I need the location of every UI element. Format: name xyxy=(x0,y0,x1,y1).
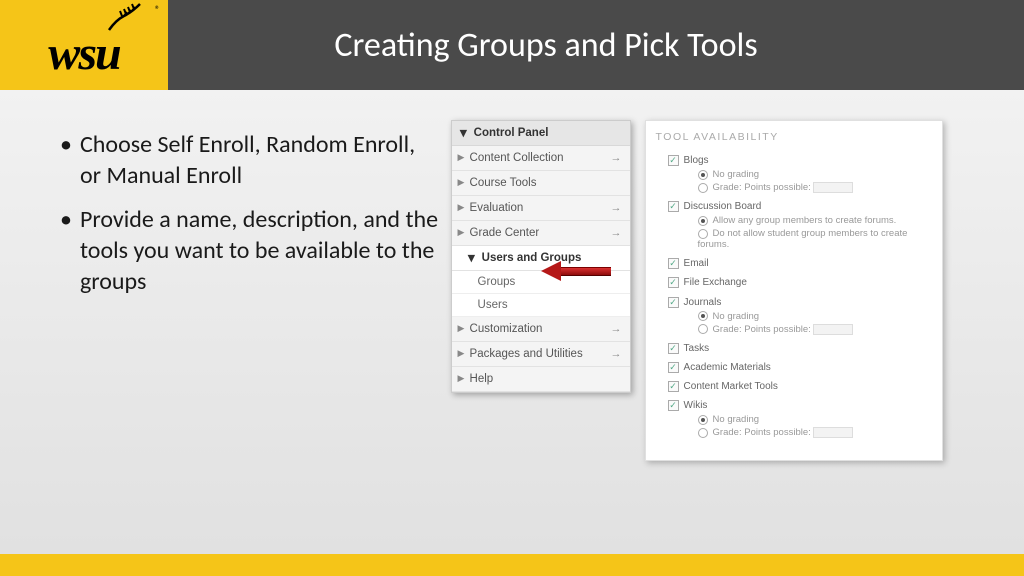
tool-label: Journals xyxy=(684,297,722,308)
control-panel-item[interactable]: ▶Course Tools xyxy=(452,171,630,196)
control-panel-item[interactable]: ▶Packages and Utilities→ xyxy=(452,342,630,367)
control-panel-item[interactable]: ▶Help xyxy=(452,367,630,392)
control-panel-sub-users[interactable]: Users xyxy=(452,294,630,317)
tool-sub-options: No gradingGrade: Points possible: xyxy=(698,311,934,335)
tool-label: Content Market Tools xyxy=(684,381,778,392)
tool-availability-item: ✓ Discussion Board Allow any group members… xyxy=(668,201,934,250)
tool-availability-item: ✓ Journals No gradingGrade: Points possibl… xyxy=(668,297,934,335)
tool-availability-item: ✓ Email xyxy=(668,258,934,269)
bullet-list: Choose Self Enroll, Random Enroll, or Ma… xyxy=(0,110,451,536)
arrow-right-icon: → xyxy=(611,202,622,214)
checkbox-icon[interactable]: ✓ xyxy=(668,258,679,269)
tool-availability-item: ✓ File Exchange xyxy=(668,277,934,288)
bullet-item: Provide a name, description, and the too… xyxy=(60,205,441,297)
radio-icon[interactable] xyxy=(698,428,708,438)
arrow-right-icon: → xyxy=(611,152,622,164)
tool-availability-item: ✓ Wikis No gradingGrade: Points possible: xyxy=(668,400,934,438)
points-input[interactable] xyxy=(813,182,853,193)
tool-availability-item: ✓ Academic Materials xyxy=(668,362,934,373)
screenshot-panels: ▶ Control Panel ▶Content Collection→▶Cou… xyxy=(451,110,1024,536)
tool-availability-item: ✓ Blogs No gradingGrade: Points possible: xyxy=(668,155,934,193)
points-input[interactable] xyxy=(813,324,853,335)
tool-availability-panel: TOOL AVAILABILITY ✓ Blogs No gradingGrade:… xyxy=(645,120,943,461)
checkbox-icon[interactable]: ✓ xyxy=(668,297,679,308)
bullet-item: Choose Self Enroll, Random Enroll, or Ma… xyxy=(60,130,441,191)
tool-availability-item: ✓ Content Market Tools xyxy=(668,381,934,392)
radio-icon[interactable] xyxy=(698,183,708,193)
control-panel-title: Control Panel xyxy=(474,127,549,139)
radio-icon[interactable] xyxy=(698,216,708,226)
radio-icon[interactable] xyxy=(698,415,708,425)
chevron-down-icon: ▶ xyxy=(458,130,469,137)
checkbox-icon[interactable]: ✓ xyxy=(668,155,679,166)
chevron-right-icon: ▶ xyxy=(458,202,465,213)
chevron-down-icon: ▶ xyxy=(466,255,477,262)
radio-icon[interactable] xyxy=(698,324,708,334)
checkbox-icon[interactable]: ✓ xyxy=(668,343,679,354)
control-panel-item[interactable]: ▶Evaluation→ xyxy=(452,196,630,221)
arrow-right-icon: → xyxy=(611,227,622,239)
checkbox-icon[interactable]: ✓ xyxy=(668,381,679,392)
checkbox-icon[interactable]: ✓ xyxy=(668,362,679,373)
tool-label: Discussion Board xyxy=(684,201,762,212)
radio-icon[interactable] xyxy=(698,311,708,321)
tool-sub-options: No gradingGrade: Points possible: xyxy=(698,169,934,193)
chevron-right-icon: ▶ xyxy=(458,348,465,359)
tool-sub-options: Allow any group members to create forums… xyxy=(698,215,934,250)
logo-text: wsu xyxy=(48,26,119,81)
control-panel-menu: ▶ Control Panel ▶Content Collection→▶Cou… xyxy=(451,120,631,393)
radio-icon[interactable] xyxy=(698,229,708,239)
tool-availability-item: ✓ Tasks xyxy=(668,343,934,354)
slide-footer-bar xyxy=(0,554,1024,576)
arrow-right-icon: → xyxy=(611,348,622,360)
callout-arrow-icon xyxy=(541,261,611,281)
control-panel-header[interactable]: ▶ Control Panel xyxy=(452,121,630,146)
tool-sub-options: No gradingGrade: Points possible: xyxy=(698,414,934,438)
slide-body: Choose Self Enroll, Random Enroll, or Ma… xyxy=(0,110,1024,536)
chevron-right-icon: ▶ xyxy=(458,323,465,334)
control-panel-item[interactable]: ▶Content Collection→ xyxy=(452,146,630,171)
checkbox-icon[interactable]: ✓ xyxy=(668,400,679,411)
registered-mark: ® xyxy=(155,3,160,16)
checkbox-icon[interactable]: ✓ xyxy=(668,201,679,212)
tool-label: Blogs xyxy=(684,155,709,166)
tool-label: Email xyxy=(684,258,709,269)
chevron-right-icon: ▶ xyxy=(458,227,465,238)
tool-label: File Exchange xyxy=(684,277,747,288)
slide: ® wsu Creating Groups and Pick Tools Cho… xyxy=(0,0,1024,576)
tool-label: Wikis xyxy=(684,400,708,411)
slide-header: ® wsu Creating Groups and Pick Tools xyxy=(0,0,1024,90)
tool-availability-title: TOOL AVAILABILITY xyxy=(656,131,934,143)
chevron-right-icon: ▶ xyxy=(458,152,465,163)
control-panel-item[interactable]: ▶Grade Center→ xyxy=(452,221,630,246)
slide-title: Creating Groups and Pick Tools xyxy=(168,25,1024,66)
tool-label: Academic Materials xyxy=(684,362,771,373)
radio-icon[interactable] xyxy=(698,170,708,180)
chevron-right-icon: ▶ xyxy=(458,373,465,384)
arrow-right-icon: → xyxy=(611,323,622,335)
control-panel-item[interactable]: ▶Customization→ xyxy=(452,317,630,342)
checkbox-icon[interactable]: ✓ xyxy=(668,277,679,288)
points-input[interactable] xyxy=(813,427,853,438)
wsu-logo: ® wsu xyxy=(0,0,168,90)
chevron-right-icon: ▶ xyxy=(458,177,465,188)
tool-label: Tasks xyxy=(684,343,710,354)
